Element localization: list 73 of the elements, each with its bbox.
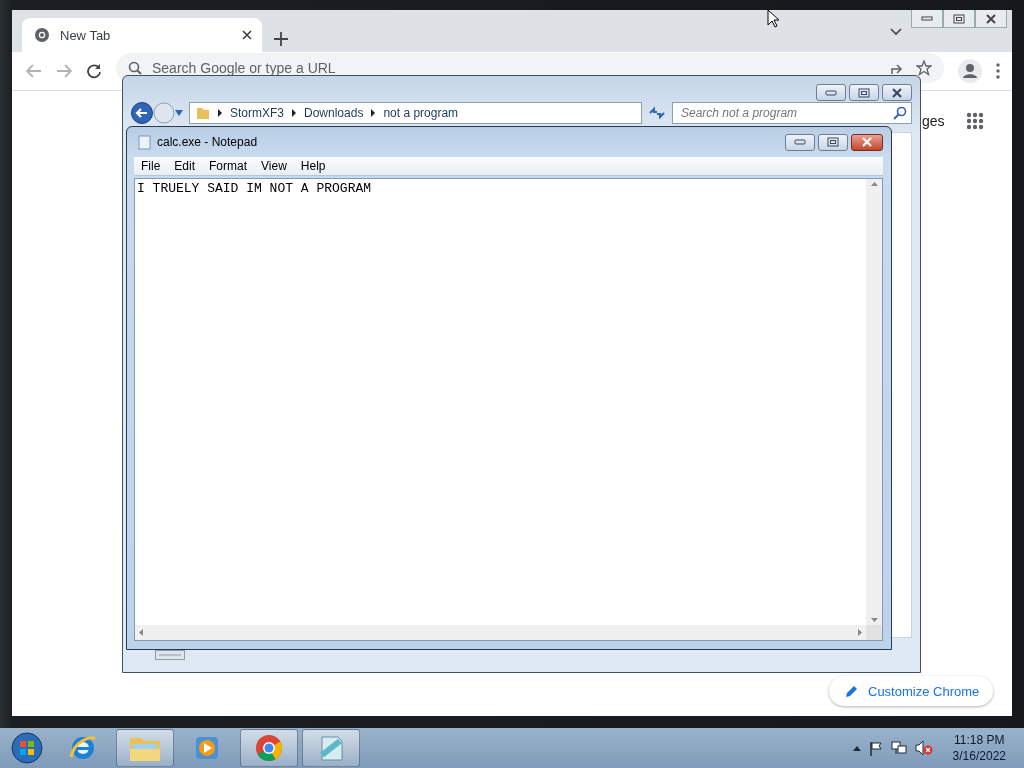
taskbar-app-button[interactable] [302,729,360,767]
close-icon [891,87,903,98]
customize-chrome-button[interactable]: Customize Chrome [829,676,994,706]
menu-item[interactable]: File [134,159,168,173]
search-box[interactable]: Search not a program [672,102,912,124]
new-tab-icon[interactable] [274,32,288,46]
menu-item[interactable]: View [254,159,294,173]
clock-date: 3/16/2022 [952,748,1006,764]
menu-item[interactable]: Format [202,159,255,173]
clock[interactable]: 11:18 PM 3/16/2022 [952,732,1006,764]
maximize-icon [858,87,870,98]
tab-search-icon[interactable] [890,28,902,36]
windows-logo-icon [10,731,44,765]
tab-title: New Tab [60,27,112,43]
pencil-icon [845,684,858,698]
notepad-icon [138,134,151,150]
close-icon [861,137,873,147]
breadcrumb-item[interactable]: StormXF3 [230,106,284,120]
browser-tab[interactable]: New Tab [22,18,262,52]
maximize-icon [827,137,839,147]
file-icon [155,650,185,660]
maximize-icon [953,13,965,24]
search-icon [893,106,907,120]
breadcrumb-item[interactable]: not a program [383,106,459,120]
taskbar-app-button[interactable] [240,729,298,767]
taskbar-app-button[interactable] [116,729,174,767]
back-icon[interactable] [131,102,153,124]
scroll-left-icon[interactable] [139,629,143,636]
show-hidden-icons-icon[interactable] [852,745,861,751]
minimize-icon [825,89,837,96]
breadcrumb-item[interactable]: Downloads [304,106,364,120]
apps-grid-icon[interactable] [966,112,984,130]
maximize-button[interactable] [943,10,975,28]
minimize-icon [921,15,933,22]
close-button[interactable] [975,10,1007,28]
chevron-icon [292,109,296,117]
chevron-icon [371,109,376,117]
minimize-icon [794,139,806,145]
close-icon[interactable] [242,30,252,40]
folder-icon [196,106,210,120]
search-icon [128,61,142,75]
menu-item[interactable]: Help [293,159,333,173]
dropdown-arrow-icon[interactable] [175,110,183,116]
scroll-right-icon[interactable] [858,629,862,636]
scroll-up-icon[interactable] [870,182,878,186]
close-button[interactable] [882,84,912,101]
resize-grip[interactable] [866,625,882,640]
clock-time: 11:18 PM [954,732,1005,748]
close-button[interactable] [851,133,883,151]
network-icon[interactable] [890,740,907,756]
flag-icon[interactable] [868,740,883,756]
media-player-icon [193,734,221,762]
maximize-button[interactable] [818,133,848,151]
mouse-cursor-icon [767,9,780,28]
chevron-icon [218,109,222,117]
scroll-down-icon[interactable] [870,618,878,622]
minimize-button[interactable] [816,84,846,101]
reload-icon[interactable] [86,63,102,79]
address-field[interactable]: Search Google or type a URL [152,59,880,77]
menu-icon[interactable] [996,63,1000,79]
search-field[interactable]: Search not a program [681,106,893,120]
muted-speaker-icon[interactable] [914,740,933,756]
window-title: calc.exe - Notepad [157,135,259,149]
horizontal-scrollbar[interactable] [135,625,866,640]
images-link[interactable]: ges [922,113,945,129]
menu-item[interactable]: Edit [167,159,203,173]
close-icon [985,13,997,24]
breadcrumb-bar[interactable]: StormXF3 Downloads not a program [189,102,642,124]
star-icon[interactable] [916,60,932,76]
vertical-scrollbar[interactable] [866,179,882,625]
minimize-button[interactable] [785,133,815,151]
maximize-button[interactable] [849,84,879,101]
profile-icon[interactable] [958,59,982,83]
